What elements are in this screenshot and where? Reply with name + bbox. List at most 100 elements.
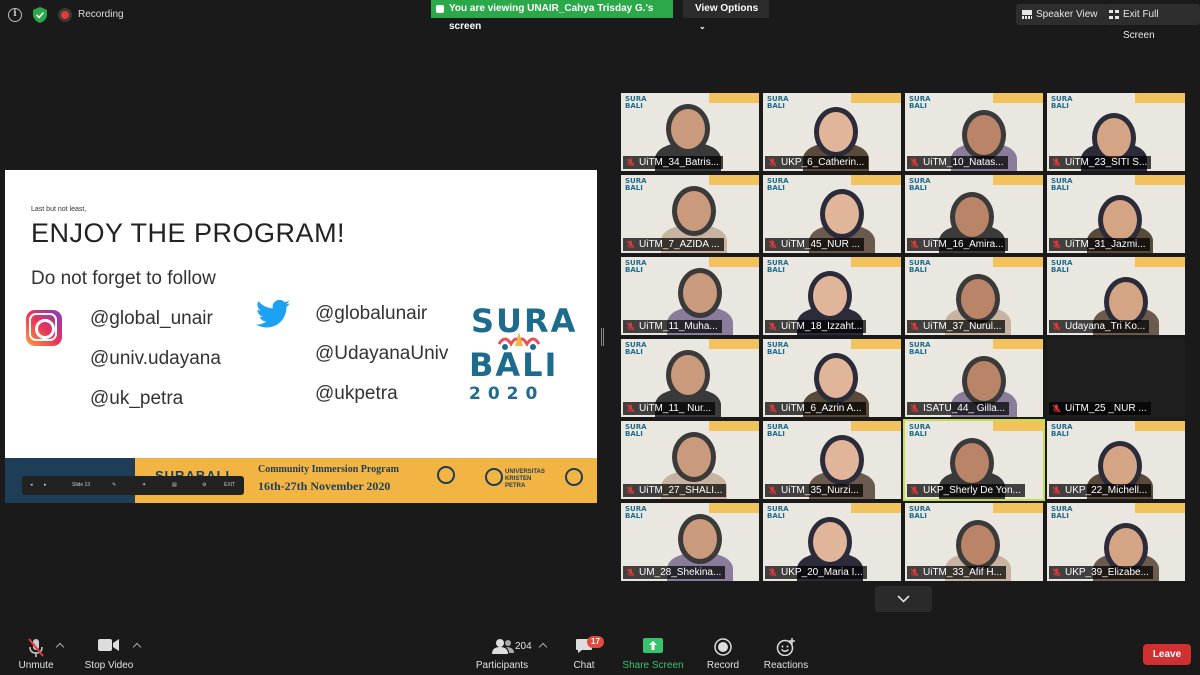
share-screen-button[interactable]: Share Screen [622,628,684,675]
microphone-muted-icon [768,322,777,331]
microphone-muted-icon [910,486,919,495]
panel-splitter-handle[interactable] [601,328,604,346]
participant-tile[interactable]: SURA BALI UiTM_45_NUR ... [763,175,901,253]
next-slide-icon[interactable]: ▸ [44,482,47,488]
participant-tile[interactable]: SURA BALI UiTM_34_Batris... [621,93,759,171]
virtual-background-logo: SURA BALI [1051,423,1073,438]
meeting-toolbar: Unmute Stop Video 204 Participants 17 Ch… [0,628,1200,675]
participant-tile[interactable]: SURA BALI UiTM_27_SHALI... [621,421,759,499]
participant-name-label: Udayana_Tri Ko... [1049,320,1150,333]
speaker-view-button[interactable]: Speaker View [1016,4,1106,25]
participant-tile[interactable]: SURA BALI Udayana_Tri Ko... [1047,257,1185,335]
participant-tile[interactable]: SURA BALI ISATU_44_ Gilla... [905,339,1043,417]
participant-name: UiTM_10_Natas... [923,157,1004,168]
virtual-background-logo: SURA BALI [767,95,789,110]
recording-icon [58,8,72,22]
chat-button[interactable]: 17 Chat [566,628,604,675]
speaker-view-icon [1022,10,1032,19]
virtual-background-banner [1135,93,1185,103]
participant-name-label: UKP_6_Catherin... [765,156,869,169]
pen-icon[interactable]: ✎ [112,482,116,488]
participant-tile[interactable]: SURA BALI UKP_6_Catherin... [763,93,901,171]
participant-tile[interactable]: SURA BALI UiTM_10_Natas... [905,93,1043,171]
microphone-muted-icon [626,158,635,167]
participant-name-label: UKP_39_Elizabe... [1049,566,1153,579]
virtual-background-logo: SURA BALI [1051,505,1073,520]
participant-name: UiTM_33_Afif H... [923,567,1002,578]
leave-button[interactable]: Leave [1143,644,1191,665]
participant-name: UKP_6_Catherin... [781,157,865,168]
participant-tile[interactable]: SURA BALI UiTM_6_Azrin A... [763,339,901,417]
participant-tile[interactable]: SURA BALI UiTM_23_SITI S... [1047,93,1185,171]
participant-face [677,437,711,477]
participant-face [819,112,853,152]
laser-icon[interactable]: ✦ [142,482,146,488]
prev-slide-icon[interactable]: ◂ [30,482,33,488]
participant-tile[interactable]: SURA BALI UiTM_31_Jazmi... [1047,175,1185,253]
participant-tile[interactable]: SURA BALI UKP_39_Elizabe... [1047,503,1185,581]
participant-face [825,194,859,234]
participant-tile[interactable]: SURA BALI UKP_Sherly De Yon... [903,419,1045,501]
participant-name: UiTM_31_Jazmi... [1065,239,1146,250]
participant-tile[interactable]: SURA BALI UiTM_11_Muha... [621,257,759,335]
captions-icon[interactable]: ▤ [172,482,177,488]
participant-tile[interactable]: SURA BALI UiTM_35_Nurzi... [763,421,901,499]
twitter-handle: @globalunair [315,303,428,324]
reactions-button[interactable]: Reactions [762,628,810,675]
virtual-background-logo: SURA BALI [909,259,931,274]
microphone-muted-icon [626,404,635,413]
participant-tile[interactable]: UiTM_25 _NUR ... [1047,339,1185,417]
participant-face [1103,200,1137,240]
video-camera-icon [98,639,119,651]
record-button[interactable]: Record [703,628,743,675]
virtual-background-logo: SURA BALI [625,341,647,356]
participant-name-label: UKP_Sherly De Yon... [907,484,1025,497]
unmute-button[interactable]: Unmute [10,628,62,675]
virtual-background-banner [709,421,759,431]
participants-label: Participants [475,660,529,671]
participant-tile[interactable]: SURA BALI UM_28_Shekina... [621,503,759,581]
participant-face [671,355,705,395]
virtual-background-logo: SURA BALI [1051,259,1073,274]
virtual-background-logo: SURA BALI [767,177,789,192]
participant-name: UKP_20_Maria I... [781,567,863,578]
twitter-handle: @UdayanaUniv [315,343,449,364]
participant-name-label: UiTM_37_Nurul... [907,320,1006,333]
stop-video-button[interactable]: Stop Video [80,628,138,675]
virtual-background-banner [709,93,759,103]
virtual-background-banner [851,257,901,267]
participant-tile[interactable]: SURA BALI UiTM_37_Nurul... [905,257,1043,335]
surabali-logo: SURA BALI 2020 [467,302,577,412]
presentation-toolbar[interactable]: ◂ ▸ Slide 13 ✎ ✦ ▤ ⚙ EXIT [22,476,244,495]
gallery-next-page-button[interactable] [875,586,932,612]
participant-tile[interactable]: SURA BALI UiTM_7_AZIDA ... [621,175,759,253]
participants-button[interactable]: 204 Participants [474,628,532,675]
participant-name-label: UiTM_6_Azrin A... [765,402,866,415]
participant-face [961,525,995,565]
participants-icon [492,639,514,654]
participant-tile[interactable]: SURA BALI UiTM_16_Amira... [905,175,1043,253]
participant-tile[interactable]: SURA BALI UKP_20_Maria I... [763,503,901,581]
reactions-label: Reactions [763,660,809,671]
participant-name: UiTM_11_ Nur... [639,403,712,414]
settings-icon[interactable]: ⚙ [202,482,206,488]
participant-face [677,191,711,231]
slide-counter: Slide 13 [72,482,91,488]
participant-tile[interactable]: SURA BALI UiTM_33_Afif H... [905,503,1043,581]
info-icon[interactable]: i [8,8,22,22]
instagram-handle: @univ.udayana [90,348,221,369]
participants-options-caret[interactable] [538,642,548,652]
microphone-muted-icon [626,568,635,577]
participant-name: UiTM_16_Amira... [923,239,1004,250]
view-options-button[interactable]: View Options ⌄ [683,0,769,31]
instagram-icon [26,310,62,346]
exit-full-screen-button[interactable]: Exit Full Screen [1103,4,1200,41]
participant-tile[interactable]: SURA BALI UiTM_11_ Nur... [621,339,759,417]
virtual-background-logo: SURA BALI [767,259,789,274]
virtual-background-banner [709,175,759,185]
shield-icon[interactable] [33,7,47,23]
footer-dates: 16th-27th November 2020 [258,479,391,493]
participant-tile[interactable]: SURA BALI UKP_22_Michell... [1047,421,1185,499]
exit-slideshow[interactable]: EXIT [224,482,235,488]
participant-tile[interactable]: SURA BALI UiTM_18_Izzaht... [763,257,901,335]
